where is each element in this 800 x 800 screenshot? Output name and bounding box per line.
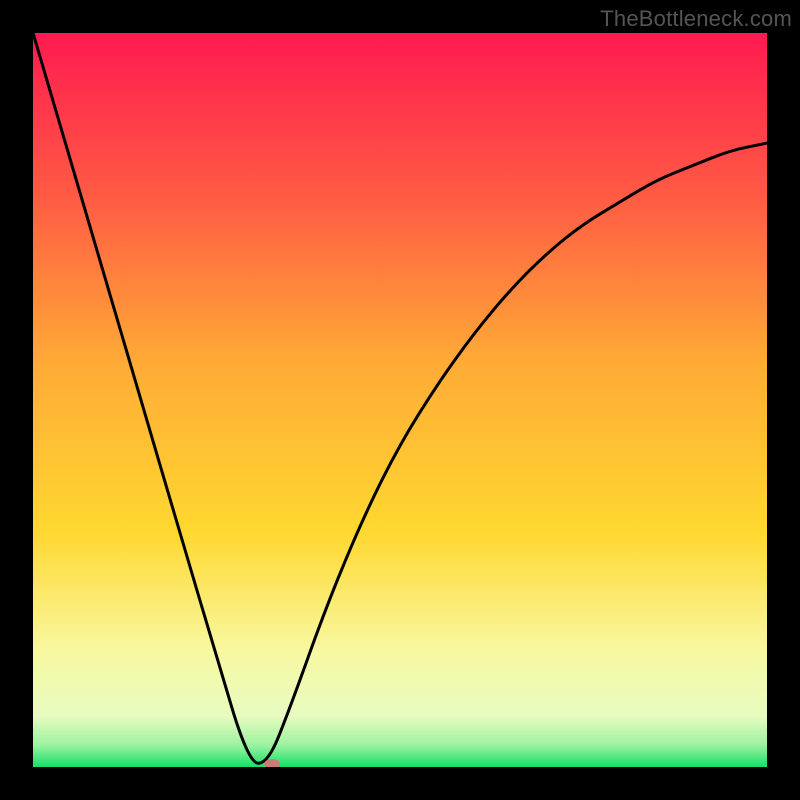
chart-frame: TheBottleneck.com xyxy=(0,0,800,800)
plot-area xyxy=(33,33,767,767)
bottleneck-curve xyxy=(33,33,767,767)
optimal-point-marker xyxy=(264,759,280,767)
watermark-text: TheBottleneck.com xyxy=(600,6,792,32)
